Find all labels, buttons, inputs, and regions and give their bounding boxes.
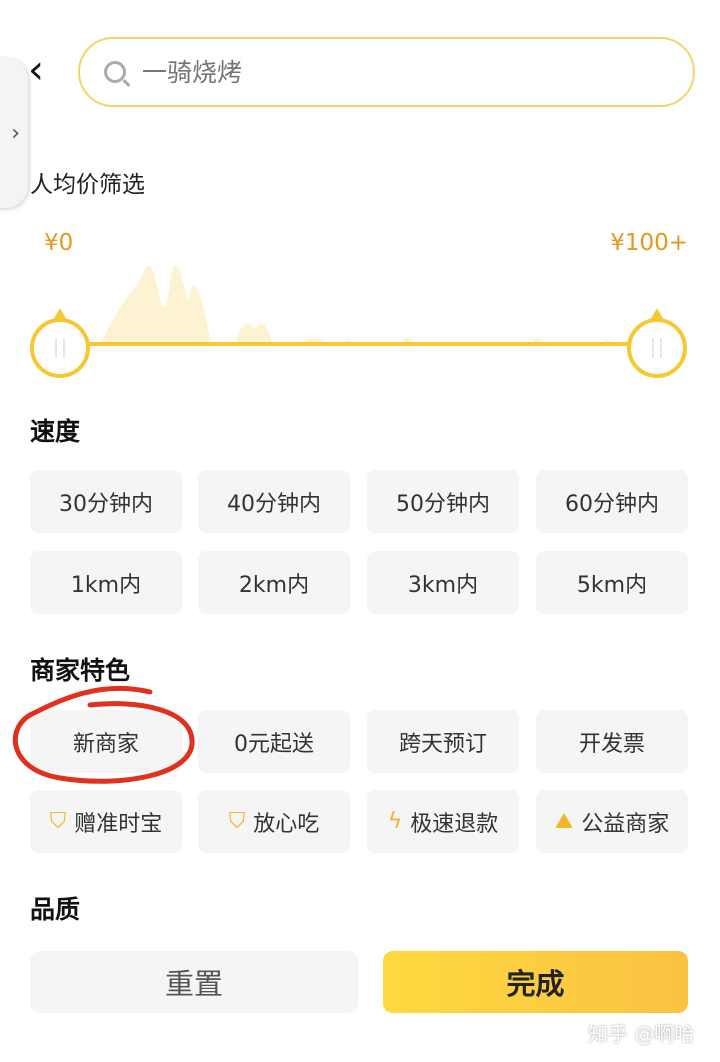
chip-label: 赠准时宝: [74, 811, 163, 837]
chip-free-delivery[interactable]: 0元起送: [198, 710, 350, 773]
chip-label: 极速退款: [410, 811, 499, 837]
chip-safe-eat[interactable]: ⛉ 放心吃: [198, 790, 350, 853]
quality-title: 品质: [30, 895, 81, 924]
price-filter-title: 人均价筛选: [30, 172, 145, 198]
search-input[interactable]: [142, 57, 642, 87]
chip-speed-30[interactable]: 30分钟内: [30, 470, 182, 533]
price-slider[interactable]: [0, 250, 720, 390]
search-box[interactable]: [78, 37, 695, 107]
reset-button[interactable]: 重置: [30, 951, 358, 1013]
search-icon: [104, 61, 126, 83]
chip-next-day-order[interactable]: 跨天预订: [367, 710, 519, 773]
chip-dist-5km[interactable]: 5km内: [536, 551, 688, 614]
shield-bao-icon: ⛉: [228, 809, 246, 834]
red-circle-annotation: [12, 685, 195, 784]
chip-invoice[interactable]: 开发票: [536, 710, 688, 773]
price-histogram: [100, 265, 615, 346]
speed-title: 速度: [30, 417, 81, 446]
chip-label: 公益商家: [581, 811, 670, 837]
side-drawer-handle[interactable]: ›: [0, 58, 28, 208]
lightning-icon: ϟ: [387, 809, 403, 834]
chip-dist-1km[interactable]: 1km内: [30, 551, 182, 614]
chip-speed-60[interactable]: 60分钟内: [536, 470, 688, 533]
watermark: 知乎 @啊哈: [588, 1022, 695, 1046]
shield-check-icon: ⛉: [49, 809, 67, 834]
back-button[interactable]: ‹: [28, 50, 58, 92]
chip-speed-50[interactable]: 50分钟内: [367, 470, 519, 533]
chip-speed-40[interactable]: 40分钟内: [198, 470, 350, 533]
slider-handle-min: [30, 308, 90, 378]
done-button[interactable]: 完成: [383, 951, 688, 1013]
slider-handle-max: [627, 308, 687, 378]
chip-label: 放心吃: [253, 811, 320, 837]
chip-dist-3km[interactable]: 3km内: [367, 551, 519, 614]
chip-fast-refund[interactable]: ϟ 极速退款: [367, 790, 519, 853]
chip-dist-2km[interactable]: 2km内: [198, 551, 350, 614]
chevron-right-icon: ›: [11, 120, 20, 146]
mountain-icon: ⛰: [554, 809, 574, 834]
chip-charity[interactable]: ⛰ 公益商家: [536, 790, 688, 853]
